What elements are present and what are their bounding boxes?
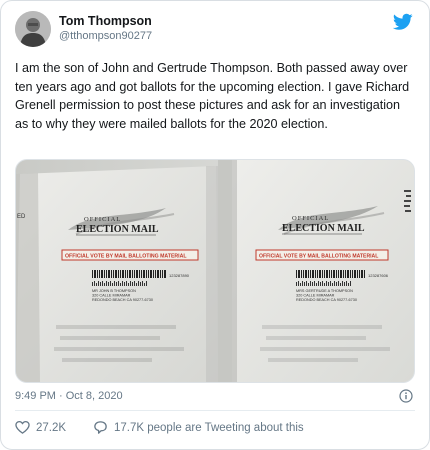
right-official-text: OFFICIAL: [292, 215, 329, 222]
left-address-line-3: REDONDO BEACH CA 90277-6730: [92, 298, 153, 302]
left-election-mail-title: ELECTION MAIL: [76, 224, 159, 235]
tweeting-about-text: 17.7K people are Tweeting about this: [114, 421, 304, 434]
left-edge-text: ED: [17, 214, 26, 220]
stats-divider: [15, 410, 415, 411]
right-code-text: 123287606: [368, 273, 389, 278]
tweet-card: Tom Thompson @tthompson90277 I am the so…: [0, 0, 430, 450]
tweet-text: I am the son of John and Gertrude Thomps…: [15, 61, 410, 131]
left-address-line-2: 320 CALLE MIRAMAR: [92, 294, 131, 298]
author-handle[interactable]: @tthompson90277: [59, 30, 152, 42]
left-notice-text: OFFICIAL VOTE BY MAIL BALLOTING MATERIAL: [65, 254, 187, 260]
avatar[interactable]: [15, 11, 51, 47]
author-name[interactable]: Tom Thompson: [59, 14, 152, 28]
tweet-photo[interactable]: ED OFFICIAL ELECTION MAIL OFFICIAL VOTE …: [15, 159, 415, 383]
right-address-line-2: 320 CALLE MIRAMAR: [296, 294, 335, 298]
speech-bubble-icon: [94, 421, 107, 434]
left-official-text: OFFICIAL: [84, 216, 121, 223]
right-address-line-1: MRS GERTRUDE A THOMPSON: [296, 289, 353, 293]
heart-icon: [15, 420, 30, 434]
likes-count: 27.2K: [36, 421, 67, 434]
ballot-envelopes-photo: ED OFFICIAL ELECTION MAIL OFFICIAL VOTE …: [16, 160, 414, 382]
twitter-bird-icon[interactable]: [393, 13, 413, 31]
left-code-text: 123287890: [169, 273, 190, 278]
info-icon[interactable]: [399, 389, 413, 403]
like-button[interactable]: 27.2K: [15, 420, 66, 435]
tweeting-about-link[interactable]: 17.7K people are Tweeting about this: [93, 420, 304, 435]
left-address-line-1: MR JOHN B THOMPSON: [92, 289, 136, 293]
right-election-mail-title: ELECTION MAIL: [282, 223, 365, 234]
right-address-line-3: REDONDO BEACH CA 90277-6730: [296, 298, 357, 302]
tweet-timestamp[interactable]: 9:49 PM · Oct 8, 2020: [15, 390, 123, 402]
right-notice-text: OFFICIAL VOTE BY MAIL BALLOTING MATERIAL: [259, 254, 378, 260]
